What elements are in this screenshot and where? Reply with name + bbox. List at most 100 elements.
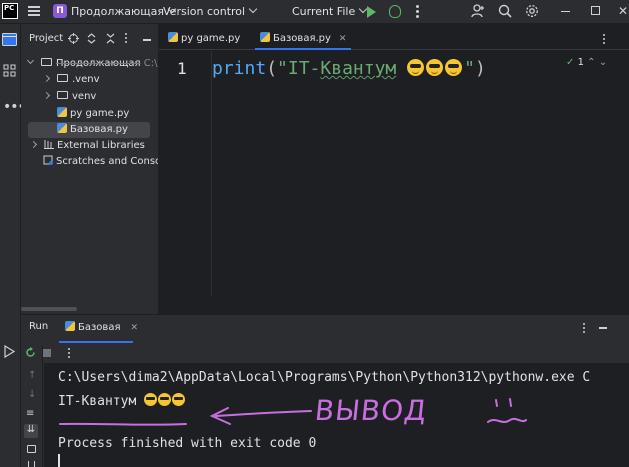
python-file-icon — [57, 107, 67, 117]
folder-icon — [57, 91, 68, 99]
tree-item-venv[interactable]: venv — [42, 89, 158, 105]
code-editor[interactable] — [159, 51, 629, 313]
run-config-label: Current File — [292, 5, 356, 18]
tree-item-root[interactable]: Продолжающая C:\Use — [26, 56, 158, 72]
project-panel: Project Продолжающая C:\Use .venv venv p… — [21, 24, 159, 314]
python-file-icon — [260, 32, 270, 42]
run-toolbar-more-icon[interactable] — [68, 348, 71, 360]
run-icon[interactable] — [367, 6, 376, 18]
structure-icon[interactable] — [3, 64, 16, 77]
library-icon — [44, 140, 54, 149]
project-panel-header: Project — [21, 24, 158, 54]
locate-file-icon[interactable] — [68, 33, 79, 44]
console-line-exit: Process finished with exit code 0 — [58, 436, 317, 451]
search-icon[interactable] — [498, 4, 512, 18]
add-user-icon[interactable] — [471, 4, 485, 18]
sunglasses-emoji-icon — [445, 59, 463, 76]
soft-wrap-icon[interactable]: ≡ — [26, 408, 34, 419]
settings-icon[interactable] — [525, 4, 539, 18]
trash-icon[interactable] — [28, 461, 35, 467]
expand-all-icon[interactable] — [87, 33, 96, 44]
tree-item-label: .venv — [72, 74, 100, 85]
chevron-down-icon[interactable]: ⌄ — [599, 57, 607, 68]
code-paren-open: ( — [266, 58, 278, 79]
scroll-up-icon[interactable]: ↑ — [28, 370, 36, 381]
hide-panel-icon[interactable] — [143, 39, 151, 41]
stop-icon[interactable] — [43, 349, 51, 357]
annotation-text: ВЫВОД — [313, 394, 429, 427]
tab-py-game[interactable]: py game.py — [168, 28, 240, 50]
close-tab-icon[interactable]: ✕ — [339, 34, 347, 44]
pycharm-logo: PC — [2, 3, 18, 19]
run-panel-icon[interactable] — [3, 345, 16, 358]
python-file-icon — [168, 32, 178, 42]
active-tab-indicator — [59, 341, 133, 343]
tree-item-label: venv — [72, 91, 97, 102]
collapse-all-icon[interactable] — [106, 33, 115, 44]
python-file-icon — [57, 123, 67, 133]
version-control-menu[interactable]: Version control — [163, 4, 258, 18]
chevron-down-icon — [248, 4, 258, 14]
inspection-widget[interactable]: ✓ 1 ⌃ ⌄ — [566, 57, 607, 68]
run-panel-title[interactable]: Run — [29, 321, 48, 332]
more-icon[interactable] — [416, 5, 419, 20]
tree-item-dot-venv[interactable]: .venv — [42, 72, 158, 88]
annotation-arrow — [59, 407, 312, 426]
gutter-divider — [211, 51, 212, 296]
project-folder-icon[interactable] — [2, 33, 17, 46]
hamburger-menu-icon[interactable] — [28, 6, 40, 17]
minimize-icon[interactable] — [561, 11, 570, 12]
hide-run-panel-icon[interactable] — [599, 327, 607, 329]
print-icon[interactable] — [27, 445, 36, 453]
project-panel-title[interactable]: Project — [29, 33, 63, 44]
close-icon[interactable]: ✕ — [618, 4, 628, 18]
tree-item-bazovaya[interactable]: Базовая.py — [28, 122, 150, 138]
tab-options-icon[interactable] — [603, 34, 606, 46]
chevron-down-icon — [26, 56, 35, 65]
tree-item-py-game[interactable]: py game.py — [57, 106, 158, 122]
tree-item-label: Scratches and Consoles — [56, 156, 158, 167]
title-bar: PC П Продолжающая Version control Curren… — [0, 0, 629, 24]
chevron-right-icon — [29, 140, 38, 149]
tree-item-scratches[interactable]: Scratches and Consoles — [43, 154, 158, 170]
run-tab-bazovaya[interactable]: Базовая ✕ — [57, 315, 138, 343]
run-tab-label: Базовая — [78, 322, 121, 333]
run-panel-header: Run Базовая ✕ — [21, 315, 629, 343]
version-control-label: Version control — [163, 5, 246, 18]
editor-tabs: py game.py Базовая.py ✕ — [159, 28, 629, 50]
tab-label: Базовая.py — [273, 33, 331, 44]
tool-window-strip: ••• — [0, 24, 26, 467]
code-paren-close: ) — [474, 58, 486, 79]
run-side-toolbar: ↑ ↓ ≡ ⇊ — [21, 345, 43, 467]
tab-bazovaya[interactable]: Базовая.py ✕ — [255, 28, 352, 50]
debug-icon[interactable] — [389, 5, 401, 18]
project-options-icon[interactable] — [125, 33, 128, 45]
code-string-prefix: "IT- — [277, 58, 321, 79]
chevron-right-icon — [42, 74, 51, 83]
project-switcher[interactable]: Продолжающая — [71, 4, 177, 18]
tree-item-label: External Libraries — [57, 140, 145, 151]
inspection-count: 1 — [577, 57, 584, 68]
maximize-icon[interactable] — [591, 6, 600, 15]
line-number: 1 — [177, 59, 187, 78]
code-string-suffix: " — [464, 58, 475, 79]
scroll-down-icon[interactable]: ↓ — [28, 389, 36, 400]
folder-icon — [57, 74, 68, 82]
close-run-tab-icon[interactable]: ✕ — [130, 323, 138, 333]
run-options-icon[interactable] — [583, 323, 586, 335]
horizontal-scrollbar[interactable] — [21, 307, 77, 311]
tab-label: py game.py — [181, 33, 241, 44]
chevron-right-icon — [42, 91, 51, 100]
code-function: print — [212, 58, 267, 79]
chevron-up-icon[interactable]: ⌃ — [587, 57, 595, 68]
code-string-word: Квантум — [320, 58, 397, 79]
sunglasses-emoji-icon — [407, 59, 425, 76]
project-name: Продолжающая — [71, 5, 164, 18]
code-line[interactable]: print("IT-Квантум ") — [212, 57, 486, 79]
run-config-selector[interactable]: Current File — [292, 4, 368, 18]
tree-item-external-libraries[interactable]: External Libraries — [29, 138, 158, 154]
project-badge[interactable]: П — [53, 4, 67, 18]
folder-icon — [41, 58, 52, 66]
scroll-to-end-icon[interactable]: ⇊ — [24, 424, 38, 438]
sunglasses-emoji-icon — [426, 59, 444, 76]
